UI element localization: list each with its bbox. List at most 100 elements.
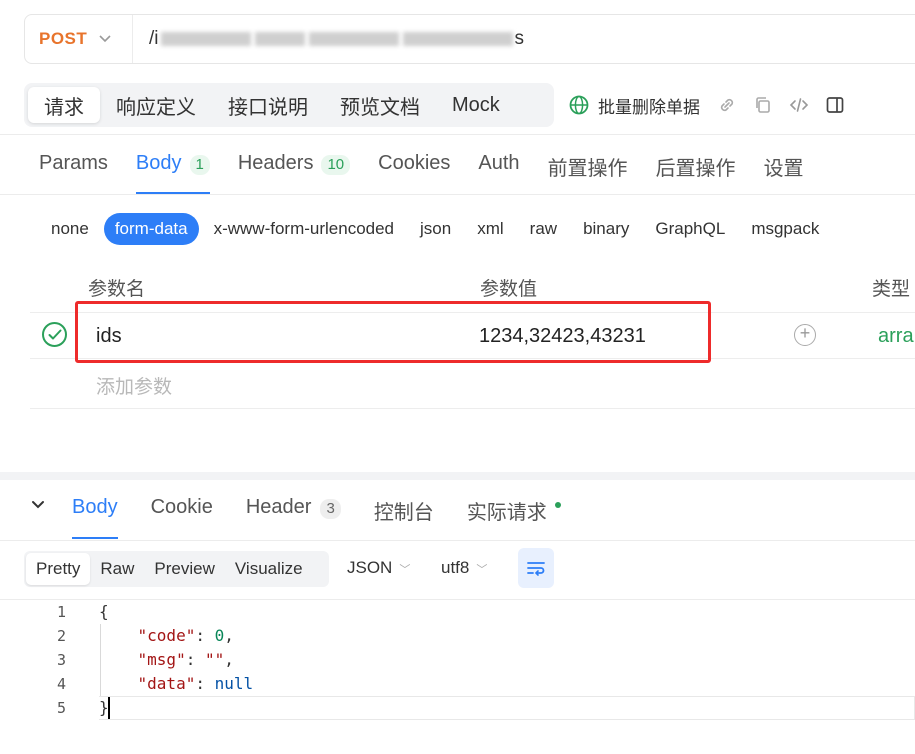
- batch-delete-label[interactable]: 批量删除单据: [598, 93, 700, 118]
- format-select-value: JSON: [347, 558, 393, 577]
- tab-post-operations[interactable]: 后置操作: [656, 152, 736, 192]
- column-header-value: 参数值: [480, 279, 538, 300]
- tab-label: 实际请求: [466, 502, 547, 524]
- code-line: 3 "msg": "",: [24, 648, 915, 672]
- redacted-segment: [160, 31, 251, 46]
- format-select[interactable]: JSON ﹀: [347, 558, 410, 578]
- json-value: "": [204, 650, 225, 669]
- json-tail: ,: [224, 626, 234, 645]
- tab-label: 控制台: [373, 502, 434, 524]
- tab-params[interactable]: Params: [39, 152, 108, 192]
- tab-cookies[interactable]: Cookies: [378, 152, 450, 192]
- json-key: "code": [137, 626, 196, 645]
- count-badge: 3: [320, 499, 341, 519]
- body-type-xml[interactable]: xml: [466, 213, 514, 245]
- column-header-name: 参数名: [88, 279, 146, 300]
- line-number: 5: [56, 699, 66, 717]
- url-input[interactable]: /i s: [149, 28, 524, 50]
- add-icon[interactable]: +: [794, 324, 816, 346]
- method-select[interactable]: POST: [25, 15, 133, 63]
- json-key: "msg": [137, 650, 186, 669]
- tab-response-definition[interactable]: 响应定义: [100, 87, 212, 123]
- link-icon[interactable]: [716, 94, 738, 116]
- format-visualize[interactable]: Visualize: [225, 553, 313, 585]
- tab-response-cookie[interactable]: Cookie: [151, 496, 213, 536]
- format-preview[interactable]: Preview: [144, 553, 224, 585]
- encoding-select-value: utf8: [441, 558, 470, 577]
- param-type-select[interactable]: arra: [878, 325, 914, 348]
- tab-mock[interactable]: Mock: [436, 87, 516, 123]
- word-wrap-button[interactable]: [518, 548, 554, 588]
- json-key: "data": [137, 674, 196, 693]
- collapse-chevron-icon[interactable]: [30, 497, 46, 513]
- status-dot-icon: [554, 502, 561, 508]
- top-tab-group: 请求 响应定义 接口说明 预览文档 Mock: [24, 83, 554, 127]
- format-raw[interactable]: Raw: [90, 553, 144, 585]
- text-cursor: [108, 697, 110, 719]
- globe-icon: [568, 94, 590, 116]
- tab-preview-doc[interactable]: 预览文档: [324, 87, 436, 123]
- tab-pre-operations[interactable]: 前置操作: [548, 152, 628, 192]
- column-header-type: 类型: [872, 279, 911, 300]
- body-type-none[interactable]: none: [40, 213, 100, 245]
- tab-api-description[interactable]: 接口说明: [212, 87, 324, 123]
- chevron-down-icon: [99, 32, 111, 46]
- tab-label: Params: [39, 152, 108, 174]
- redacted-segment: [308, 31, 399, 46]
- divider: [0, 540, 915, 541]
- tab-label: Cookies: [378, 152, 451, 174]
- line-number: 2: [56, 627, 66, 645]
- line-number: 4: [56, 675, 66, 693]
- panel-toggle-icon[interactable]: [824, 94, 846, 116]
- json-sep: :: [195, 626, 215, 645]
- tab-headers[interactable]: Headers 10: [238, 152, 351, 192]
- code-text: {: [99, 602, 109, 621]
- request-tabs: Params Body 1 Headers 10 Cookies Auth 前置操作…: [39, 152, 832, 194]
- divider: [0, 194, 915, 195]
- toolbar: 批量删除单据: [568, 90, 860, 120]
- body-type-form-data[interactable]: form-data: [103, 213, 199, 245]
- copy-icon[interactable]: [752, 94, 774, 116]
- body-type-graphql[interactable]: GraphQL: [644, 213, 736, 245]
- response-tabs: Body Cookie Header 3 控制台 实际请求: [72, 496, 594, 540]
- tab-label: Body: [72, 496, 118, 518]
- tab-label: 前置操作: [547, 158, 628, 180]
- tab-auth[interactable]: Auth: [478, 152, 519, 192]
- body-type-urlencoded[interactable]: x-www-form-urlencoded: [203, 213, 405, 245]
- redacted-segment: [254, 31, 305, 46]
- code-line: 1 {: [24, 600, 915, 624]
- format-pretty[interactable]: Pretty: [26, 553, 91, 585]
- encoding-select[interactable]: utf8 ﹀: [441, 558, 487, 578]
- code-text: "code": 0,: [99, 626, 234, 645]
- url-bar: POST /i s: [24, 14, 915, 64]
- tab-settings[interactable]: 设置: [764, 152, 804, 192]
- tab-actual-request[interactable]: 实际请求: [467, 496, 561, 536]
- body-type-json[interactable]: json: [409, 213, 462, 245]
- tab-response-body[interactable]: Body: [72, 496, 118, 539]
- tab-label: Cookie: [150, 496, 213, 518]
- section-divider: [0, 472, 915, 480]
- chevron-down-icon: ﹀: [399, 564, 411, 576]
- tab-body[interactable]: Body 1: [135, 152, 210, 194]
- count-badge: 1: [189, 155, 210, 175]
- body-type-binary[interactable]: binary: [572, 213, 640, 245]
- json-sep: :: [195, 674, 215, 693]
- chevron-down-icon: ﹀: [476, 564, 488, 576]
- body-type-msgpack[interactable]: msgpack: [740, 213, 830, 245]
- tab-response-header[interactable]: Header 3: [246, 496, 341, 536]
- code-text: "data": null: [99, 674, 254, 693]
- add-param-input[interactable]: 添加参数: [96, 372, 172, 399]
- json-value: 0: [214, 626, 225, 645]
- line-number: 1: [56, 603, 66, 621]
- divider: [0, 134, 915, 135]
- checkbox-checked-icon[interactable]: [42, 322, 67, 347]
- response-code-viewer[interactable]: 1 { 2 "code": 0, 3 "msg": "", 4 "data": …: [24, 600, 915, 754]
- tab-console[interactable]: 控制台: [374, 496, 434, 536]
- body-type-raw[interactable]: raw: [519, 213, 568, 245]
- json-value: null: [214, 674, 254, 693]
- code-line: 4 "data": null: [24, 672, 915, 696]
- json-sep: :: [185, 650, 205, 669]
- code-icon[interactable]: [788, 94, 810, 116]
- tab-label: Body: [135, 152, 182, 174]
- tab-request[interactable]: 请求: [28, 87, 100, 123]
